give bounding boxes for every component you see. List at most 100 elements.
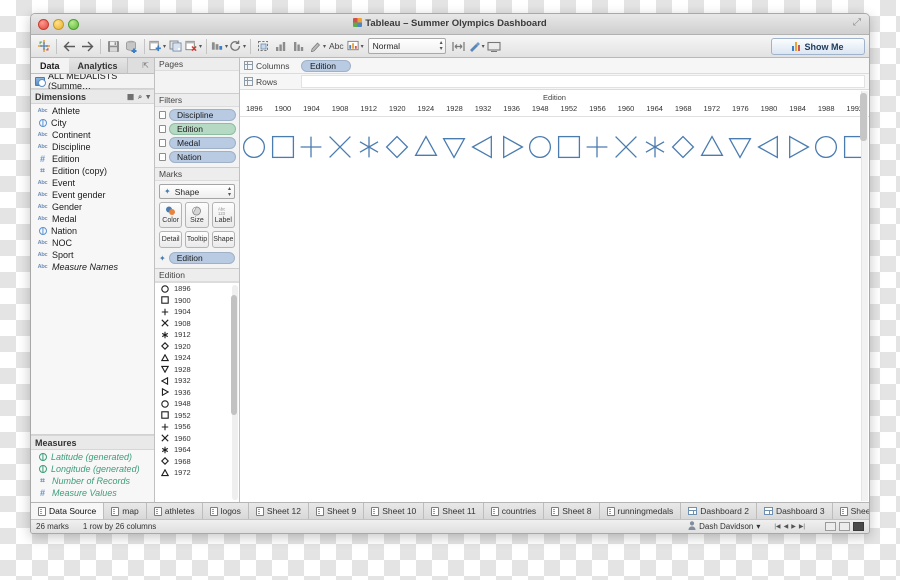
view-mode-full[interactable] — [853, 522, 864, 531]
mark[interactable] — [526, 130, 555, 164]
mark[interactable] — [583, 130, 612, 164]
column-header[interactable]: 1936 — [497, 102, 526, 116]
mark[interactable] — [269, 130, 298, 164]
tab-analytics[interactable]: Analytics — [68, 58, 128, 73]
presentation-mode-icon[interactable] — [486, 38, 503, 55]
chevron-down-icon[interactable]: ▾ — [163, 43, 166, 50]
column-header[interactable]: 1952 — [555, 102, 584, 116]
mark[interactable] — [497, 130, 526, 164]
mark[interactable] — [354, 130, 383, 164]
sheet-tab[interactable]: Sheet 8 — [544, 503, 600, 519]
swap-rows-columns-icon[interactable]: ▾ — [211, 38, 228, 55]
mark[interactable] — [755, 130, 784, 164]
chevron-down-icon[interactable]: ▾ — [482, 43, 485, 50]
filter-pill[interactable]: Nation — [169, 151, 236, 163]
mark[interactable] — [555, 130, 584, 164]
highlight-icon[interactable]: ▾ — [309, 38, 326, 55]
legend-item[interactable]: 1900 — [155, 295, 239, 307]
stepper-icon[interactable]: ▴ ▾ — [440, 40, 443, 52]
legend-item[interactable]: 1928 — [155, 364, 239, 376]
chevron-down-icon[interactable]: ▾ — [323, 43, 326, 50]
chevron-down-icon[interactable]: ▾ — [225, 43, 228, 50]
rows-drop-target[interactable] — [301, 75, 865, 88]
size-button[interactable]: Size — [185, 202, 209, 228]
clear-sheet-icon[interactable]: ▾ — [185, 38, 202, 55]
mark[interactable] — [669, 130, 698, 164]
mark[interactable] — [612, 130, 641, 164]
view-mode-grid[interactable] — [825, 522, 836, 531]
columns-pill-edition[interactable]: Edition — [301, 59, 351, 72]
mark[interactable] — [240, 130, 269, 164]
labels-button[interactable]: Abc — [327, 41, 346, 51]
legend-item[interactable]: 1920 — [155, 341, 239, 353]
fix-axes-icon[interactable] — [450, 38, 467, 55]
field-item[interactable]: Nation — [31, 225, 154, 237]
legend-item[interactable]: 1952 — [155, 410, 239, 422]
field-item[interactable]: ⌗ Number of Records — [31, 475, 154, 487]
legend-item[interactable]: 1908 — [155, 318, 239, 330]
legend-item[interactable]: 1948 — [155, 398, 239, 410]
column-header[interactable]: 1924 — [412, 102, 441, 116]
field-item[interactable]: Abc Continent — [31, 129, 154, 141]
sheet-tab[interactable]: Data Source — [31, 503, 105, 519]
mark-type-select[interactable]: ✦ Shape ▴ ▾ — [159, 184, 235, 199]
filter-checkbox[interactable] — [159, 111, 166, 119]
field-item[interactable]: Abc Medal — [31, 213, 154, 225]
legend-scroll-thumb[interactable] — [231, 295, 237, 415]
back-arrow-icon[interactable] — [61, 38, 78, 55]
sheet-tab[interactable]: runningmedals — [599, 503, 682, 519]
data-source-item[interactable]: ALL MEDALISTS (Summe… — [31, 71, 154, 91]
column-header[interactable]: 1984 — [783, 102, 812, 116]
legend-item[interactable]: 1904 — [155, 306, 239, 318]
sort-descending-icon[interactable] — [291, 38, 308, 55]
field-item[interactable]: Abc NOC — [31, 237, 154, 249]
column-header[interactable]: 1900 — [269, 102, 298, 116]
sheet-tab[interactable]: map — [104, 503, 147, 519]
new-worksheet-icon[interactable]: ▾ — [149, 38, 166, 55]
stepper-icon[interactable]: ▴ ▾ — [228, 186, 231, 198]
chevron-down-icon[interactable]: ▾ — [146, 92, 150, 101]
filter-row[interactable]: Medal — [155, 135, 239, 149]
column-header[interactable]: 1896 — [240, 102, 269, 116]
filter-checkbox[interactable] — [159, 139, 166, 147]
column-header[interactable]: 1980 — [755, 102, 784, 116]
legend-scrollbar[interactable] — [231, 285, 238, 500]
column-header[interactable]: 1932 — [469, 102, 498, 116]
sort-ascending-icon[interactable] — [273, 38, 290, 55]
fit-select[interactable]: Normal ▴ ▾ — [367, 38, 446, 54]
legend-item[interactable]: 1964 — [155, 444, 239, 456]
mark[interactable] — [726, 130, 755, 164]
field-item[interactable]: City — [31, 117, 154, 129]
mark[interactable] — [326, 130, 355, 164]
mark[interactable] — [440, 130, 469, 164]
view-mode-list[interactable] — [839, 522, 850, 531]
mark[interactable] — [812, 130, 841, 164]
column-header[interactable]: 1972 — [698, 102, 727, 116]
chevron-down-icon[interactable]: ▾ — [361, 43, 364, 50]
nav-next-button[interactable]: ▶ — [791, 523, 796, 530]
sheet-tab[interactable]: Sheet 10 — [364, 503, 425, 519]
column-header[interactable]: 1956 — [583, 102, 612, 116]
field-item[interactable]: Abc Event — [31, 177, 154, 189]
column-header[interactable]: 1920 — [383, 102, 412, 116]
filter-row[interactable]: Edition — [155, 121, 239, 135]
field-item[interactable]: # Edition — [31, 153, 154, 165]
add-data-source-icon[interactable] — [123, 38, 140, 55]
chevron-down-icon[interactable]: ▾ — [756, 522, 760, 531]
viz-scroll-thumb[interactable] — [860, 93, 867, 141]
legend-item[interactable]: 1896 — [155, 283, 239, 295]
marks-shape-pill[interactable]: Edition — [168, 252, 235, 264]
chevron-down-icon[interactable]: ▾ — [199, 43, 202, 50]
column-header[interactable]: 1964 — [640, 102, 669, 116]
field-item[interactable]: ⌗ Edition (copy) — [31, 165, 154, 177]
column-header[interactable]: 1968 — [669, 102, 698, 116]
pin-icon[interactable]: ⇱ — [142, 61, 149, 70]
save-icon[interactable] — [105, 38, 122, 55]
column-header[interactable]: 1904 — [297, 102, 326, 116]
field-item[interactable]: Abc Gender — [31, 201, 154, 213]
column-header[interactable]: 1912 — [354, 102, 383, 116]
column-header[interactable]: 1976 — [726, 102, 755, 116]
duplicate-sheet-icon[interactable] — [167, 38, 184, 55]
legend-item[interactable]: 1972 — [155, 467, 239, 479]
legend-item[interactable]: 1912 — [155, 329, 239, 341]
